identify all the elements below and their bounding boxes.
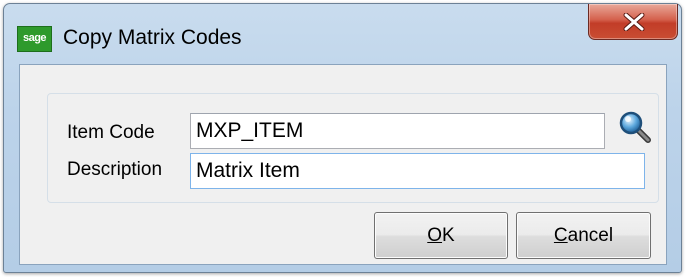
ok-label-rest: K [442, 225, 455, 246]
window-title: Copy Matrix Codes [63, 26, 242, 49]
item-code-label: Item Code [67, 122, 155, 143]
cancel-label-rest: ancel [567, 225, 614, 246]
sage-app-icon: sage [17, 26, 52, 52]
cancel-button[interactable]: Cancel [516, 212, 651, 259]
title-bar[interactable]: sage Copy Matrix Codes [4, 4, 681, 64]
close-icon [623, 13, 645, 31]
item-lookup-button[interactable] [618, 110, 652, 144]
dialog-body: Item Code Description OK [19, 64, 667, 265]
ok-mnemonic: O [427, 225, 443, 246]
close-button[interactable] [588, 4, 678, 40]
app-icon-text: sage [22, 32, 47, 44]
cancel-mnemonic: C [553, 225, 568, 246]
copy-matrix-codes-dialog: sage Copy Matrix Codes Item Code MXP_ITE… [3, 3, 682, 273]
description-input[interactable] [190, 153, 645, 189]
magnifier-icon [619, 111, 651, 143]
description-label: Description [67, 159, 163, 180]
item-code-input[interactable] [190, 113, 605, 149]
ok-button[interactable]: OK [374, 212, 508, 259]
